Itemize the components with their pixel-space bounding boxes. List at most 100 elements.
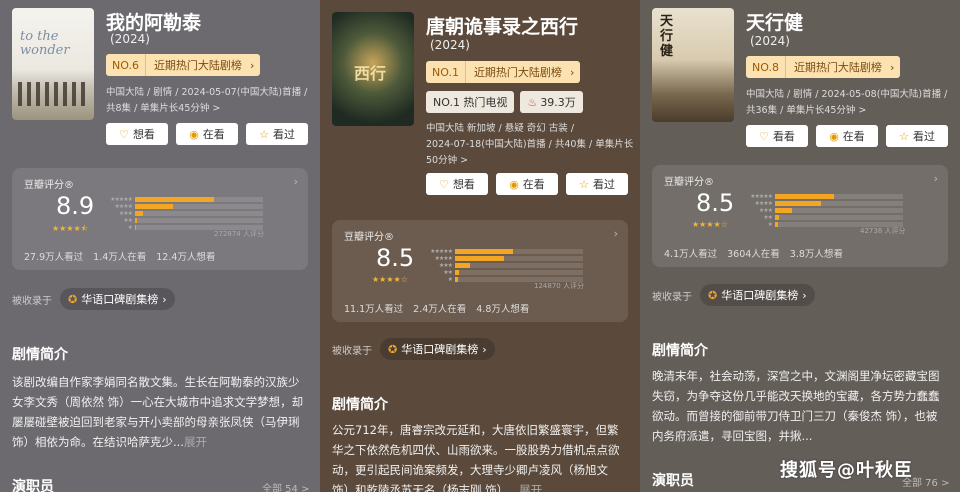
meta-line: 共8集 / 单集片长45分钟 > <box>106 103 221 114</box>
rating-bar-fill <box>455 276 458 282</box>
heart-icon: ♡ <box>119 127 129 141</box>
want-button[interactable]: ♡ 看看 <box>746 125 808 147</box>
rank-badge[interactable]: NO.1 近期热门大陆剧榜 › <box>426 61 581 83</box>
watched-label: 看过 <box>272 128 295 141</box>
douban-rating-card[interactable]: 豆瓣评分® › 8.9 ★★★★⯪ ★★★★★ ★★★★ ★★★ ★★ ★ 272874… <box>12 168 308 270</box>
rank-badge[interactable]: NO.6 近期热门大陆剧榜 › <box>106 54 261 76</box>
poster-logo: 天行健 <box>660 14 674 59</box>
heat-label: 39.3万 <box>540 96 576 109</box>
collection-row: 被收录于 ✪ 华语口碑剧集榜 › <box>652 284 815 306</box>
chevron-right-icon: › <box>293 175 298 188</box>
plot-text: 该剧改编自作家李娟同名散文集。生长在阿勒泰的汉族少女李文秀（周依然 饰）一心在大… <box>12 375 304 449</box>
want-label: 想看 <box>132 128 155 141</box>
collection-prefix: 被收录于 <box>332 345 372 357</box>
watched-button[interactable]: ☆ 看过 <box>246 123 308 145</box>
watching-label: 在看 <box>202 128 225 141</box>
plot-summary[interactable]: 该剧改编自作家李娟同名散文集。生长在阿勒泰的汉族少女李文秀（周依然 饰）一心在大… <box>12 372 308 452</box>
rating-bar-track <box>135 203 263 209</box>
collection-prefix: 被收录于 <box>12 295 52 307</box>
rating-bar-fill <box>135 203 173 209</box>
medal-icon: ✪ <box>388 342 398 356</box>
heat-tag[interactable]: ♨ 39.3万 <box>520 91 583 113</box>
watching-button[interactable]: ◉ 在看 <box>176 123 238 145</box>
hot-tv-tag[interactable]: NO.1 热门电视 <box>426 91 515 113</box>
rank-number: NO.8 <box>746 56 786 78</box>
medal-icon: ✪ <box>708 288 718 302</box>
watched-button[interactable]: ☆ 看过 <box>886 125 948 147</box>
rating-bar-fill <box>775 207 792 213</box>
rating-bar-row: ★★ <box>104 216 263 224</box>
action-buttons: ♡ 想看 ◉ 在看 ☆ 看过 <box>106 123 308 145</box>
drama-meta[interactable]: 中国大陆 新加坡 / 悬疑 奇幻 古装 / 2024-07-18(中国大陆)首播… <box>426 121 633 169</box>
want-count: 4.8万人想看 <box>476 304 530 315</box>
rank-label: 近期热门大陆剧榜 <box>793 61 882 74</box>
rating-bar-track <box>135 210 263 216</box>
rank-label: 近期热门大陆剧榜 <box>473 66 562 79</box>
watched-button[interactable]: ☆ 看过 <box>566 173 628 195</box>
expand-link[interactable]: 展开 <box>519 483 542 492</box>
watching-button[interactable]: ◉ 在看 <box>816 125 878 147</box>
rating-bar-row: ★★★★ <box>104 203 263 210</box>
cast-all-link[interactable]: 全部 54 > <box>262 480 309 492</box>
rating-distribution: ★★★★★ ★★★★ ★★★ ★★ ★ <box>744 193 903 228</box>
drama-meta[interactable]: 中国大陆 / 剧情 / 2024-05-07(中国大陆)首播 / 共8集 / 单… <box>106 85 307 117</box>
rating-bar-track <box>135 196 263 202</box>
poster-image[interactable]: to the wonder <box>12 8 94 120</box>
star-level-label: ★★ <box>763 213 773 221</box>
collection-chip[interactable]: ✪ 华语口碑剧集榜 › <box>380 338 495 360</box>
collection-chip[interactable]: ✪ 华语口碑剧集榜 › <box>60 288 175 310</box>
rating-bar-row: ★★★★★ <box>104 196 263 203</box>
poster-image[interactable]: 天行健 <box>652 8 734 122</box>
star-level-label: ★★★ <box>118 209 133 217</box>
rating-count: 272874 人评分 <box>214 230 264 238</box>
rating-bar-row: ★★ <box>424 269 583 276</box>
expand-link[interactable]: 展开 <box>184 435 207 449</box>
rating-bar-track <box>775 193 903 199</box>
rating-bar-row: ★★ <box>744 213 903 221</box>
meta-line: 中国大陆 新加坡 / 悬疑 奇幻 古装 / <box>426 123 575 134</box>
rating-bar-track <box>455 262 583 268</box>
poster-figures <box>18 82 88 106</box>
collection-chip[interactable]: ✪ 华语口碑剧集榜 › <box>700 284 815 306</box>
want-button[interactable]: ♡ 想看 <box>106 123 168 145</box>
rating-stars: ★★★★☆ <box>692 220 728 229</box>
meta-line: 中国大陆 / 剧情 / 2024-05-08(中国大陆)首播 / <box>746 89 948 100</box>
fire-icon: ♨ <box>527 95 538 109</box>
douban-rating-card[interactable]: 豆瓣评分® › 8.5 ★★★★☆ ★★★★★ ★★★★ ★★★ ★★ ★ 124870… <box>332 220 628 322</box>
poster-image[interactable]: 西行 <box>332 12 414 126</box>
plot-heading: 剧情简介 <box>332 397 388 413</box>
rating-count: 124870 人评分 <box>534 282 584 290</box>
plot-text: 晚清末年，社会动荡，深宫之中，文渊阁里净坛密藏宝图失窃，为争夺这份几乎能改天换地… <box>652 369 940 443</box>
rating-bar-row: ★★★★★ <box>744 193 903 200</box>
want-button[interactable]: ♡ 想看 <box>426 173 488 195</box>
douban-rating-card[interactable]: 豆瓣评分® › 8.5 ★★★★☆ ★★★★★ ★★★★ ★★★ ★★ ★ 42738 … <box>652 165 948 267</box>
watching-button[interactable]: ◉ 在看 <box>496 173 558 195</box>
rating-distribution: ★★★★★ ★★★★ ★★★ ★★ ★ <box>424 248 583 283</box>
rank-badge[interactable]: NO.8 近期热门大陆剧榜 › <box>746 56 901 78</box>
plot-summary[interactable]: 晚清末年，社会动荡，深宫之中，文渊阁里净坛密藏宝图失窃，为争夺这份几乎能改天换地… <box>652 366 944 446</box>
rating-bar-row: ★★★★ <box>424 255 583 262</box>
drama-meta[interactable]: 中国大陆 / 剧情 / 2024-05-08(中国大陆)首播 / 共36集 / … <box>746 87 947 119</box>
rank-label: 近期热门大陆剧榜 <box>153 59 242 72</box>
drama-panel-tang-dynasty: 西行 唐朝诡事录之西行 (2024) NO.1 近期热门大陆剧榜 › NO.1 … <box>320 0 640 492</box>
rating-score: 8.5 <box>696 189 735 217</box>
chevron-right-icon: › <box>249 58 255 72</box>
rating-bar-fill <box>775 214 779 220</box>
rank-number: NO.6 <box>106 54 146 76</box>
collection-chip-label: 华语口碑剧集榜 <box>81 293 159 306</box>
drama-title: 我的阿勒泰 <box>106 12 202 34</box>
rating-stars: ★★★★☆ <box>372 275 408 284</box>
rating-bar-row: ★★★★ <box>744 200 903 207</box>
watermark: 搜狐号@叶秋臣 <box>780 460 913 481</box>
rating-bar-track <box>135 217 263 223</box>
plot-text: 公元712年，唐睿宗改元延和，大唐依旧繁盛寰宇，但繁华之下依然危机四伏、山雨欲来… <box>332 423 620 492</box>
watched-count: 11.1万人看过 <box>344 304 404 315</box>
rating-bar-track <box>455 248 583 254</box>
plot-summary[interactable]: 公元712年，唐睿宗改元延和，大唐依旧繁盛寰宇，但繁华之下依然危机四伏、山雨欲来… <box>332 420 628 492</box>
heart-icon: ♡ <box>439 177 449 191</box>
rating-bar-fill <box>775 200 821 206</box>
star-level-label: ★★ <box>123 216 133 224</box>
watching-count: 2.4万人在看 <box>413 304 467 315</box>
rating-distribution: ★★★★★ ★★★★ ★★★ ★★ ★ <box>104 196 263 231</box>
chevron-right-icon: › <box>933 172 938 185</box>
